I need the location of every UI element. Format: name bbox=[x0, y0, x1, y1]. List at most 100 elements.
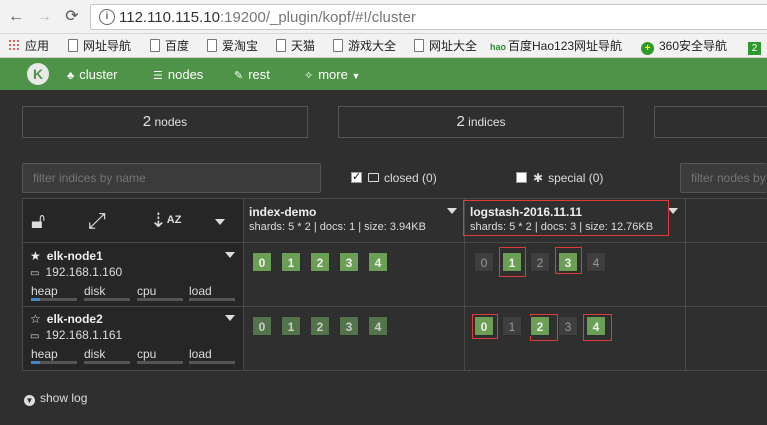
special-checkbox[interactable]: ✱ special (0) bbox=[516, 171, 603, 185]
star-filled-icon: ★ bbox=[30, 249, 41, 263]
back-arrow-icon[interactable]: ← bbox=[6, 7, 26, 27]
chevron-down-icon[interactable] bbox=[225, 315, 235, 321]
unlock-icon[interactable]: 🔓︎ bbox=[31, 208, 45, 234]
forward-arrow-icon[interactable]: → bbox=[34, 7, 54, 27]
filter-indices-input[interactable] bbox=[22, 163, 321, 193]
shard-3[interactable]: 3 bbox=[558, 316, 578, 336]
shard-3[interactable]: 3 bbox=[339, 252, 359, 272]
checkbox-checked[interactable] bbox=[351, 170, 362, 183]
asterisk-icon: ✱ bbox=[533, 171, 544, 185]
360-icon: + bbox=[641, 42, 654, 55]
shard-2[interactable]: 2 bbox=[530, 316, 550, 336]
url-field[interactable]: i 112.110.115.10:19200/_plugin/kopf/#!/c… bbox=[90, 4, 767, 30]
hao123-icon: hao bbox=[490, 42, 507, 52]
nodes-count-box: 2 nodes bbox=[22, 106, 308, 138]
heap-bar bbox=[31, 361, 77, 364]
chevron-down-icon[interactable] bbox=[447, 208, 457, 214]
shard-2[interactable]: 2 bbox=[530, 252, 550, 272]
grid-line bbox=[243, 198, 244, 371]
grid-line bbox=[22, 306, 767, 307]
metric-load: load bbox=[189, 284, 212, 298]
shard-2[interactable]: 2 bbox=[310, 316, 330, 336]
bookmark-overflow[interactable]: 2 bbox=[748, 38, 761, 55]
shard-0[interactable]: 0 bbox=[474, 316, 494, 336]
show-log-toggle[interactable]: ▼ show log bbox=[24, 391, 87, 406]
shard-1[interactable]: 1 bbox=[502, 252, 522, 272]
nav-cluster[interactable]: ♣ cluster bbox=[67, 67, 118, 82]
shard-1[interactable]: 1 bbox=[502, 316, 522, 336]
bookmark-item[interactable]: 天猫 bbox=[276, 38, 315, 54]
indices-count-box: 2 indices bbox=[338, 106, 624, 138]
reload-icon[interactable]: ⟳ bbox=[62, 7, 82, 27]
shard-3[interactable]: 3 bbox=[558, 252, 578, 272]
nav-rest[interactable]: ✎ rest bbox=[234, 67, 270, 82]
metric-cpu: cpu bbox=[137, 284, 157, 298]
bookmark-hao123[interactable]: hao 百度Hao123网址导航 bbox=[490, 38, 622, 54]
page-icon bbox=[68, 39, 78, 52]
heap-fill bbox=[31, 361, 41, 364]
node-name[interactable]: ★ elk-node1 bbox=[30, 249, 103, 263]
url-path: :19200/_plugin/kopf/#!/cluster bbox=[219, 9, 416, 26]
hdd-icon: ▭ bbox=[30, 331, 40, 342]
bookmark-item[interactable]: 网址大全 bbox=[414, 38, 477, 54]
closed-checkbox[interactable]: closed (0) bbox=[351, 170, 437, 185]
chevron-down-icon[interactable] bbox=[215, 219, 225, 225]
grid-line bbox=[685, 198, 686, 371]
bookmark-item[interactable]: 游戏大全 bbox=[333, 38, 396, 54]
node-ip: ▭ 192.168.1.160 bbox=[30, 265, 123, 279]
sitemap-icon: ♣ bbox=[67, 70, 75, 82]
bookmark-item[interactable]: 网址导航 bbox=[68, 38, 131, 54]
shard-4[interactable]: 4 bbox=[586, 316, 606, 336]
expand-icon[interactable]: ⤢ bbox=[88, 208, 106, 234]
app-navbar: K ♣ cluster ☰ nodes ✎ rest ✧ more ▼ bbox=[0, 58, 767, 90]
metric-disk: disk bbox=[84, 284, 106, 298]
edit-icon: ✎ bbox=[234, 70, 244, 82]
shard-4[interactable]: 4 bbox=[368, 252, 388, 272]
load-bar bbox=[189, 298, 235, 301]
grid-line bbox=[22, 242, 767, 243]
index-name[interactable]: index-demo bbox=[249, 205, 316, 219]
page-icon bbox=[150, 39, 160, 52]
list-icon: ☰ bbox=[153, 70, 163, 82]
disk-bar bbox=[84, 361, 130, 364]
shard-0[interactable]: 0 bbox=[474, 252, 494, 272]
metric-cpu: cpu bbox=[137, 347, 157, 361]
shard-3[interactable]: 3 bbox=[339, 316, 359, 336]
page-icon bbox=[333, 39, 343, 52]
page-icon bbox=[207, 39, 217, 52]
shard-0[interactable]: 0 bbox=[252, 316, 272, 336]
index-meta: shards: 5 * 2 | docs: 1 | size: 3.94KB bbox=[249, 221, 426, 233]
url-host: 112.110.115.10 bbox=[119, 9, 220, 26]
chevron-down-icon[interactable] bbox=[668, 208, 678, 214]
bookmark-item[interactable]: 百度 bbox=[150, 38, 189, 54]
shard-2[interactable]: 2 bbox=[310, 252, 330, 272]
filter-nodes-input[interactable] bbox=[680, 163, 767, 193]
magic-wand-icon: ✧ bbox=[304, 70, 314, 82]
bookmark-360[interactable]: +360安全导航 bbox=[641, 38, 727, 55]
chevron-down-icon: ▼ bbox=[351, 71, 361, 81]
heap-fill bbox=[31, 298, 41, 301]
browser-address-bar: ← → ⟳ i 112.110.115.10:19200/_plugin/kop… bbox=[0, 0, 767, 34]
shard-4[interactable]: 4 bbox=[368, 316, 388, 336]
kopf-logo[interactable]: K bbox=[27, 63, 49, 85]
info-icon[interactable]: i bbox=[99, 9, 115, 25]
grid-line bbox=[22, 370, 767, 371]
chevron-down-circle-icon: ▼ bbox=[24, 395, 35, 406]
node-ip: ▭ 192.168.1.161 bbox=[30, 328, 123, 342]
nav-nodes[interactable]: ☰ nodes bbox=[153, 67, 203, 82]
shard-0[interactable]: 0 bbox=[252, 252, 272, 272]
shard-1[interactable]: 1 bbox=[281, 252, 301, 272]
checkbox-unchecked[interactable] bbox=[516, 172, 527, 183]
cpu-bar bbox=[137, 298, 183, 301]
metric-disk: disk bbox=[84, 347, 106, 361]
shard-1[interactable]: 1 bbox=[281, 316, 301, 336]
bookmark-item[interactable]: 爱淘宝 bbox=[207, 38, 258, 54]
node-name[interactable]: ☆ elk-node2 bbox=[30, 312, 103, 326]
shard-4[interactable]: 4 bbox=[586, 252, 606, 272]
nav-more[interactable]: ✧ more ▼ bbox=[304, 67, 360, 82]
sort-alpha-icon[interactable]: ⇣AZ bbox=[150, 208, 181, 233]
cluster-grid: 🔓︎ ⤢ ⇣AZ index-demo shards: 5 * 2 | docs… bbox=[22, 198, 767, 371]
bookmark-apps[interactable]: 应用 bbox=[8, 38, 49, 54]
apps-grid-icon bbox=[8, 39, 20, 51]
chevron-down-icon[interactable] bbox=[225, 252, 235, 258]
